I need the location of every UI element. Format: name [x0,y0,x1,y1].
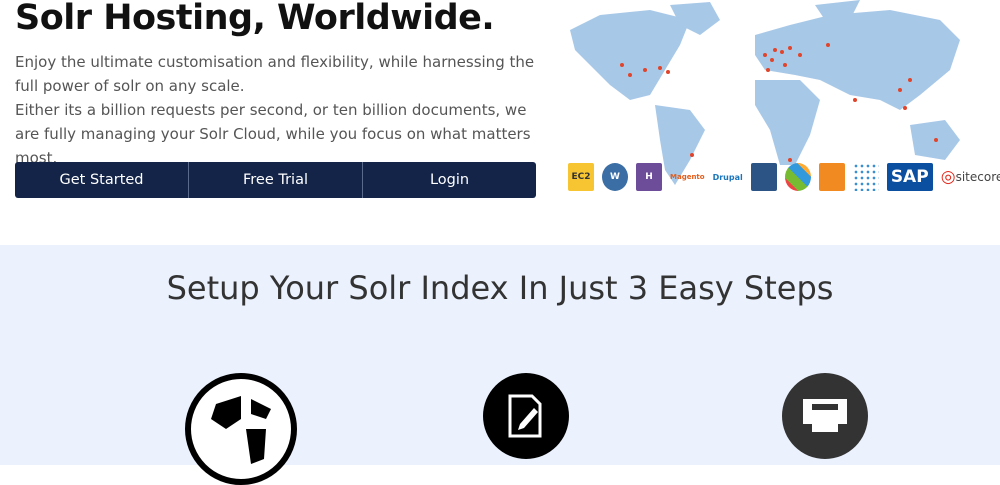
drupal-logo: Drupal [712,172,743,182]
steps-section: Setup Your Solr Index In Just 3 Easy Ste… [0,245,1000,485]
wordpress-logo: W [602,163,628,191]
hero-buttons: Get Started Free Trial Login [15,162,536,198]
grid-logo [750,163,777,191]
platform-logos: EC2 W H Magento Drupal SAP ◎ sitecore [568,163,1000,191]
hero-section: Solr Hosting, Worldwide. Enjoy the ultim… [0,0,1000,245]
ec2-logo: EC2 [568,163,594,191]
sitecore-icon: ◎ [940,167,956,187]
typo3-logo [818,163,845,191]
heroku-logo: H [636,163,662,191]
free-trial-button[interactable]: Free Trial [189,162,363,198]
sitecore-logo: ◎ sitecore [940,167,1000,187]
hero-title: Solr Hosting, Worldwide. [15,0,495,38]
dots-logo [852,163,879,191]
sap-logo: SAP [886,163,933,191]
joomla-logo [784,163,811,191]
login-button[interactable]: Login [363,162,536,198]
get-started-button[interactable]: Get Started [15,162,189,198]
steps-title: Setup Your Solr Index In Just 3 Easy Ste… [166,269,834,307]
globe-icon [185,373,297,485]
hero-paragraph-2: Either its a billion requests per second… [15,101,531,167]
network-port-icon [782,373,868,459]
edit-document-icon [483,373,569,459]
magento-logo: Magento [670,173,705,181]
hero-description: Enjoy the ultimate customisation and fle… [15,50,535,170]
hero-paragraph-1: Enjoy the ultimate customisation and fle… [15,53,535,95]
